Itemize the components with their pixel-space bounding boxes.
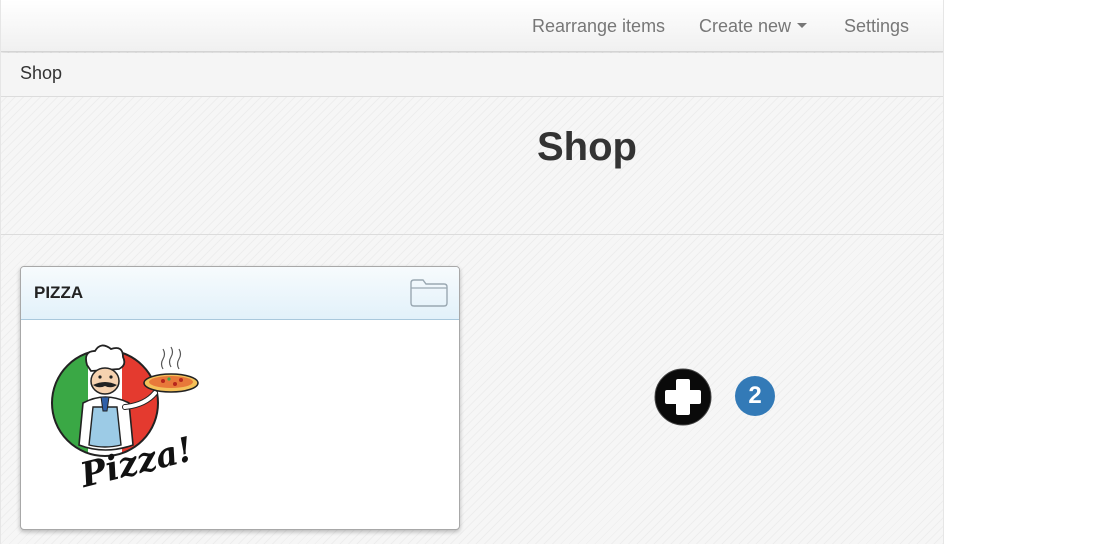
top-navbar: Rearrange items Create new Settings [1, 0, 943, 52]
page-header: Shop [1, 97, 943, 235]
create-new-dropdown[interactable]: Create new [699, 16, 808, 37]
count-badge: 2 [735, 376, 775, 416]
card-header: PIZZA [21, 267, 459, 320]
category-card-pizza[interactable]: PIZZA Pizza! [20, 266, 460, 530]
breadcrumb: Shop [1, 53, 943, 97]
folder-icon [410, 279, 448, 307]
rearrange-items-link[interactable]: Rearrange items [532, 16, 665, 37]
app-window: Rearrange items Create new Settings Shop… [0, 0, 944, 544]
breadcrumb-item-shop[interactable]: Shop [20, 63, 62, 84]
caret-down-icon [797, 22, 808, 28]
add-item-button[interactable] [654, 368, 712, 426]
card-title: PIZZA [34, 283, 84, 302]
settings-link[interactable]: Settings [844, 16, 909, 37]
page-title: Shop [537, 125, 637, 169]
create-new-label: Create new [699, 16, 792, 36]
pizza-chef-image: Pizza! [51, 344, 199, 491]
